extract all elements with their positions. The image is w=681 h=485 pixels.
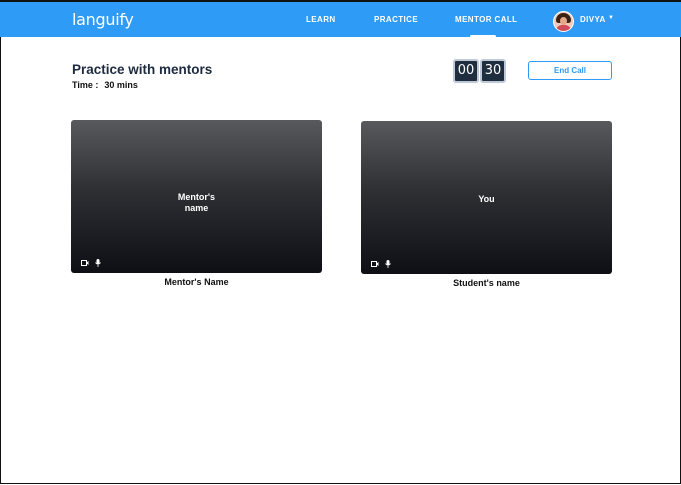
microphone-icon[interactable] [95, 259, 101, 267]
camera-icon[interactable] [371, 261, 379, 267]
time-label: Time : [72, 80, 99, 90]
chevron-down-icon[interactable]: ▼ [608, 15, 614, 21]
time-value: 30 mins [104, 80, 138, 90]
student-video-tile[interactable]: You [361, 121, 612, 274]
top-nav-bar: languify LEARN PRACTICE MENTOR CALL DIVY… [0, 0, 681, 38]
student-video-label: You [478, 194, 495, 204]
timer-minutes: 00 [453, 59, 479, 83]
camera-icon[interactable] [81, 260, 89, 266]
microphone-icon[interactable] [385, 260, 391, 268]
mentor-video-label: Mentor's name [177, 192, 216, 213]
student-name-caption: Student's name [453, 278, 520, 288]
timer-seconds: 30 [480, 59, 506, 83]
page-title: Practice with mentors [72, 62, 213, 77]
user-avatar[interactable] [553, 11, 574, 32]
nav-item-mentor-call[interactable]: MENTOR CALL [455, 15, 517, 24]
end-call-button[interactable]: End Call [528, 61, 612, 80]
mentor-video-tile[interactable]: Mentor's name [71, 120, 322, 273]
user-name[interactable]: DIVYA [580, 15, 606, 24]
nav-item-learn[interactable]: LEARN [306, 15, 336, 24]
nav-item-practice[interactable]: PRACTICE [374, 15, 418, 24]
app-logo[interactable]: languify [72, 10, 134, 29]
mentor-name-caption: Mentor's Name [164, 277, 229, 287]
active-nav-indicator [470, 35, 496, 38]
session-time: Time : 30 mins [72, 80, 138, 90]
